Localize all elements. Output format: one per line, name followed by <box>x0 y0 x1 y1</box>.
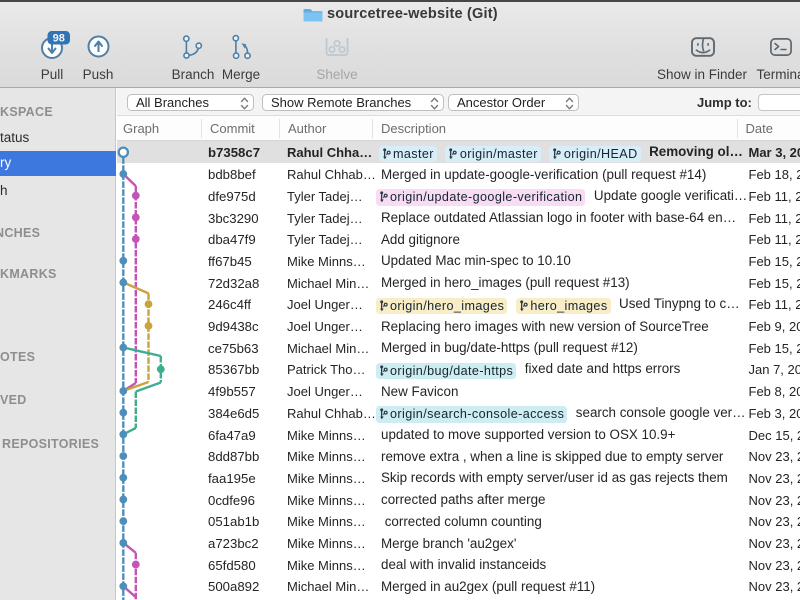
svg-text:98: 98 <box>53 32 65 44</box>
